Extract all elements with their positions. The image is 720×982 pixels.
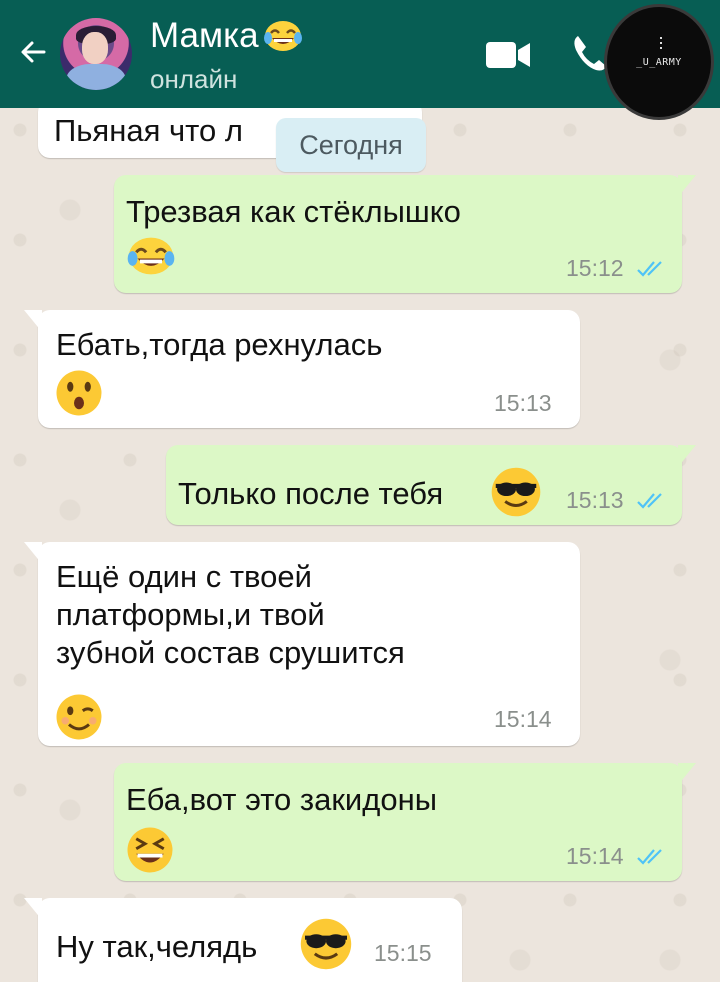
sunglasses-face-icon <box>491 467 541 517</box>
message-time: 15:13 <box>494 390 552 416</box>
double-check-icon <box>637 849 662 865</box>
contact-name: Мамка <box>150 16 259 55</box>
message-incoming[interactable]: Ебать,тогда рехнулась 15:13 <box>24 310 580 428</box>
message-text: Ебать,тогда рехнулась <box>56 327 383 362</box>
double-check-icon <box>637 261 662 277</box>
message-outgoing[interactable]: Еба,вот это закидоны 15:14 <box>114 763 696 881</box>
date-chip: Сегодня <box>276 118 426 172</box>
message-time: 15:12 <box>566 255 624 281</box>
winking-face-icon <box>56 694 102 740</box>
message-text: Еба,вот это закидоны <box>126 782 437 817</box>
message-text: Пьяная что л <box>54 113 243 148</box>
message-outgoing[interactable]: Трезвая как стёклышко 15:12 <box>114 175 696 293</box>
message-text: Ещё один с твоей платформы,и твой зубной… <box>56 559 405 670</box>
sunglasses-face-icon <box>300 918 352 970</box>
contact-title[interactable]: Мамка <box>150 14 305 58</box>
avatar[interactable] <box>60 18 132 90</box>
video-call-icon[interactable] <box>484 40 532 70</box>
message-time: 15:15 <box>374 940 432 966</box>
double-check-icon <box>637 493 662 509</box>
watermark-text: _U_ARMY <box>636 56 682 68</box>
grinning-squinting-face-icon <box>127 827 173 873</box>
astonished-face-icon <box>56 370 102 416</box>
message-outgoing[interactable]: Только после тебя 15:13 <box>166 445 696 525</box>
tears-of-joy-icon <box>127 237 175 275</box>
message-incoming[interactable]: Ещё один с твоей платформы,и твой зубной… <box>24 542 580 746</box>
contact-status: онлайн <box>150 64 238 94</box>
message-text: Ну так,челядь <box>56 929 258 964</box>
message-text: Только после тебя <box>178 476 444 511</box>
message-time: 15:13 <box>566 487 624 513</box>
message-time: 15:14 <box>494 706 552 732</box>
message-text: Трезвая как стёклышко <box>126 194 461 229</box>
message-time: 15:14 <box>566 843 624 869</box>
back-arrow-icon[interactable] <box>14 32 54 72</box>
tears-of-joy-icon <box>263 21 302 51</box>
watermark-logo: _U_ARMY <box>604 4 714 120</box>
message-incoming[interactable]: Ну так,челядь 15:15 <box>24 898 462 982</box>
